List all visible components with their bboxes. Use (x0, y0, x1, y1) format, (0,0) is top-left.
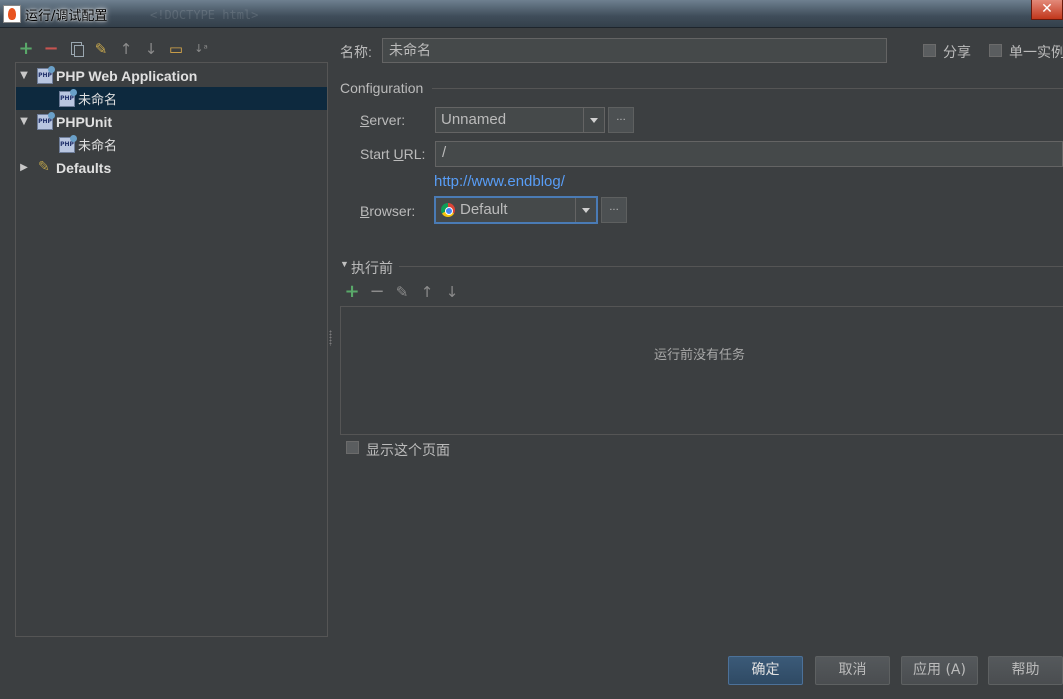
phpunit-icon: PHP (37, 111, 55, 130)
start-url-input[interactable]: / (435, 141, 1063, 167)
splitter-handle[interactable] (329, 330, 332, 346)
collapse-section-icon[interactable]: ▼ (340, 259, 349, 269)
edit-defaults-icon[interactable]: ✎ (93, 41, 109, 57)
browser-select[interactable]: Default (434, 196, 598, 224)
single-instance-checkbox[interactable] (989, 44, 1002, 57)
sort-icon[interactable]: ↓ᵃ (193, 41, 209, 57)
tree-item-php-web-application[interactable]: ▼ PHP PHP Web Application (16, 64, 327, 87)
title-bar: 运行/调试配置 <!DOCTYPE html> ✕ (0, 0, 1063, 28)
chrome-icon (441, 203, 455, 217)
browser-browse-button[interactable]: ... (601, 197, 627, 223)
collapse-arrow-icon[interactable]: ▶ (17, 162, 31, 173)
tree-item-phpunit[interactable]: ▼ PHP PHPUnit (16, 110, 327, 133)
section-divider (399, 266, 1063, 267)
server-browse-button[interactable]: ... (608, 107, 634, 133)
ok-button[interactable]: 确定 (728, 656, 803, 685)
name-label: 名称: (340, 44, 372, 60)
expand-arrow-icon[interactable]: ▼ (17, 70, 31, 81)
browser-label: Browser: (360, 203, 416, 219)
apply-button[interactable]: 应用 (A) (901, 656, 978, 685)
phpunit-config-icon: PHP (59, 134, 77, 153)
add-configuration-icon[interactable]: + (18, 40, 34, 58)
help-button[interactable]: 帮助 (988, 656, 1063, 685)
tree-item-label: PHPUnit (56, 113, 112, 130)
copy-configuration-icon[interactable] (68, 41, 84, 57)
wrench-icon (37, 159, 53, 176)
close-button[interactable]: ✕ (1031, 0, 1063, 20)
browser-value: Default (460, 201, 508, 218)
move-down-icon[interactable]: ↓ (143, 41, 159, 57)
server-value: Unnamed (441, 111, 507, 128)
url-preview-link[interactable]: http://www.endblog/ (434, 173, 565, 190)
before-launch-task-list[interactable] (340, 306, 1063, 435)
cancel-button[interactable]: 取消 (815, 656, 890, 685)
move-task-down-icon[interactable]: ↓ (444, 284, 460, 300)
empty-task-list-text: 运行前没有任务 (654, 348, 746, 363)
tree-item-label: Defaults (56, 159, 112, 176)
tree-item-unnamed-phpunit[interactable]: PHP 未命名 (16, 133, 327, 156)
configuration-tree: ▼ PHP PHP Web Application PHP 未命名 ▼ PHP … (15, 62, 328, 637)
tree-item-unnamed-web[interactable]: PHP 未命名 (16, 87, 327, 110)
phpstorm-app-icon (3, 5, 21, 23)
config-toolbar: + − ✎ ↑ ↓ ▭ ↓ᵃ (18, 40, 209, 58)
server-label: Server: (360, 112, 406, 128)
remove-configuration-icon[interactable]: − (43, 40, 59, 58)
move-task-up-icon[interactable]: ↑ (419, 284, 435, 300)
show-page-checkbox[interactable] (346, 441, 359, 454)
php-config-icon: PHP (59, 88, 77, 107)
background-window-text: <!DOCTYPE html> (150, 8, 259, 22)
start-url-label: Start URL: (360, 146, 426, 162)
section-divider (432, 88, 1063, 89)
before-launch-toolbar: + − ✎ ↑ ↓ (344, 283, 460, 301)
dropdown-arrow-icon[interactable] (575, 198, 596, 222)
show-page-label: 显示这个页面 (366, 442, 450, 458)
move-up-icon[interactable]: ↑ (118, 41, 134, 57)
single-instance-label: 单一实例 (1009, 44, 1063, 60)
configuration-section-title: Configuration (340, 80, 424, 96)
tree-item-label: 未命名 (78, 93, 118, 108)
expand-arrow-icon[interactable]: ▼ (17, 116, 31, 127)
window-title: 运行/调试配置 (25, 9, 108, 24)
tree-item-label: PHP Web Application (56, 67, 198, 84)
tree-item-defaults[interactable]: ▶ Defaults (16, 156, 327, 179)
before-launch-title: 执行前 (351, 260, 393, 276)
share-checkbox[interactable] (923, 44, 936, 57)
php-web-app-icon: PHP (37, 65, 55, 84)
dropdown-arrow-icon[interactable] (583, 108, 604, 132)
share-label: 分享 (943, 44, 971, 60)
add-task-icon[interactable]: + (344, 283, 360, 301)
edit-task-icon[interactable]: ✎ (394, 284, 410, 300)
remove-task-icon[interactable]: − (369, 283, 385, 301)
name-input[interactable]: 未命名 (382, 38, 887, 63)
server-select[interactable]: Unnamed (435, 107, 605, 133)
folder-icon[interactable]: ▭ (168, 41, 184, 57)
tree-item-label: 未命名 (78, 139, 118, 154)
